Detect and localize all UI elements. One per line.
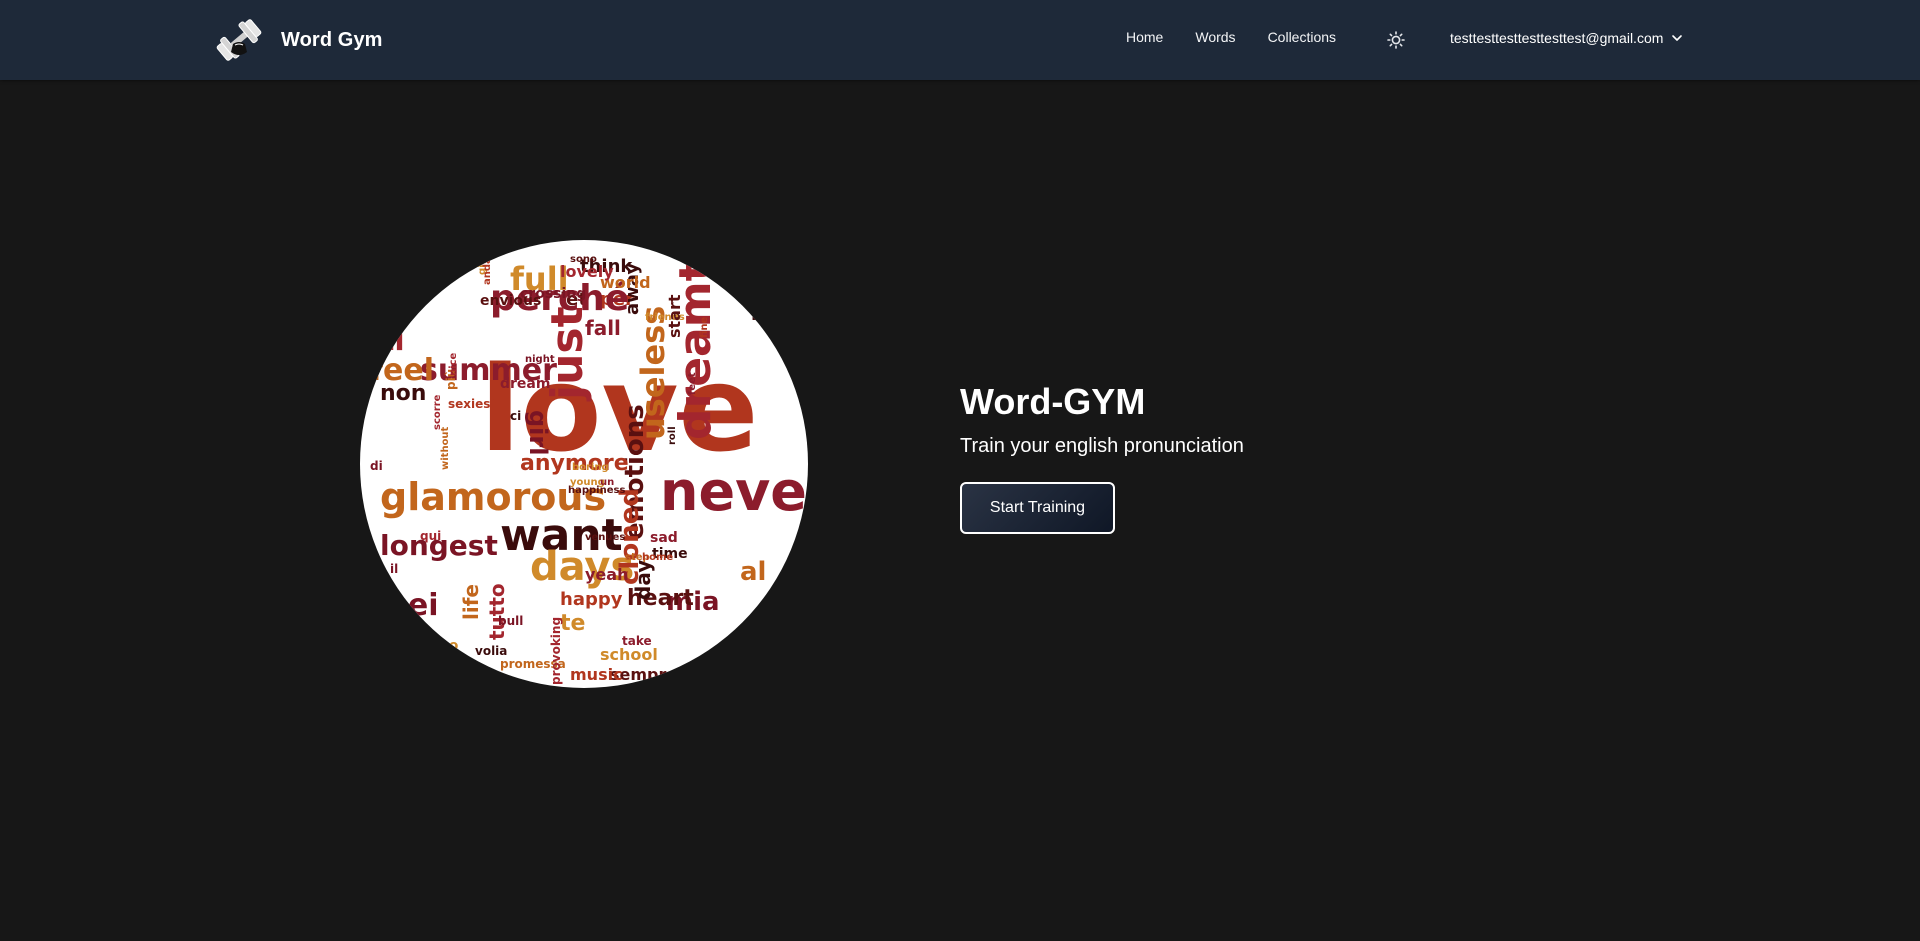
word-cloud-word: provoking [549, 617, 563, 685]
word-cloud-word: tutto [485, 583, 509, 640]
word-cloud-word: dream [500, 376, 550, 392]
word-cloud-word: scorre [432, 394, 443, 430]
word-cloud-word: girl [524, 410, 552, 455]
word-cloud-word: ci [510, 409, 521, 423]
word-cloud-word: happy [560, 589, 623, 610]
word-cloud: loveneverwantglamorousjustgirlfullletper… [370, 250, 808, 685]
word-cloud-image: loveneverwantglamorousjustgirlfullletper… [360, 240, 808, 688]
word-cloud-word: il [390, 562, 398, 576]
word-cloud-word: volia [475, 644, 507, 658]
word-cloud-word: night [525, 354, 555, 365]
word-cloud-word: fun [750, 298, 795, 326]
nav-link-words[interactable]: Words [1195, 29, 1235, 45]
word-cloud-word: start [665, 294, 684, 338]
hero-title: Word-GYM [960, 381, 1146, 422]
word-cloud-word: roll [667, 426, 678, 445]
word-cloud-word: yeah [585, 565, 628, 584]
word-cloud-word: ti [380, 323, 405, 358]
nav-links: Home Words Collections [1126, 29, 1368, 45]
sun-icon [1387, 31, 1405, 49]
brand-name: Word Gym [281, 28, 383, 51]
theme-toggle[interactable] [1386, 30, 1406, 50]
word-cloud-word: feet [687, 372, 698, 395]
word-cloud-word: music [570, 665, 623, 684]
word-cloud-word: qui [420, 529, 441, 543]
navbar: Word Gym Home Words Collections testtest… [0, 0, 1920, 80]
word-cloud-word: sexiest [448, 397, 496, 411]
chevron-down-icon [1672, 35, 1683, 41]
word-cloud-word: fine [699, 316, 710, 338]
user-menu[interactable]: testtesttesttesttesttest@gmail.com [1450, 30, 1683, 46]
word-cloud-word: sono [570, 254, 597, 265]
brand[interactable]: Word Gym [213, 14, 383, 66]
word-cloud-word: never [660, 460, 808, 523]
word-cloud-word: without [440, 426, 451, 470]
word-cloud-word: di [370, 459, 383, 473]
word-cloud-word: fall [585, 316, 621, 340]
word-cloud-word: envious [480, 293, 541, 309]
word-cloud-word: home [642, 552, 673, 563]
word-cloud-word: sad [650, 530, 678, 546]
word-cloud-word: happiness [568, 485, 625, 496]
nav-link-home[interactable]: Home [1126, 29, 1163, 45]
start-training-button[interactable]: Start Training [960, 482, 1115, 534]
hero-subtitle: Train your english pronunciation [960, 435, 1244, 457]
word-cloud-word: te [560, 611, 585, 636]
word-cloud-word: venues [585, 532, 625, 543]
word-cloud-word: day [631, 560, 655, 600]
hero-text: Word-GYM Train your english pronunciatio… [960, 380, 1244, 534]
word-cloud-word: andar [482, 252, 493, 285]
word-cloud-word: nice [448, 353, 459, 376]
word-cloud-word: feel [370, 353, 434, 388]
word-cloud-word: boring [572, 462, 609, 473]
dumbbell-logo-icon [216, 19, 262, 61]
word-cloud-word: take [622, 634, 652, 648]
word-cloud-word: un [600, 477, 614, 488]
word-cloud-word: al [740, 557, 766, 587]
word-cloud-word: sei [390, 588, 439, 623]
user-email: testtesttesttesttesttest@gmail.com [1450, 30, 1664, 46]
word-cloud-word: life [459, 584, 483, 620]
word-cloud-word: bull [498, 614, 523, 628]
word-cloud-word: dreamt [670, 260, 721, 440]
nav-link-collections[interactable]: Collections [1268, 29, 1336, 45]
word-cloud-word: saremo [400, 638, 459, 654]
